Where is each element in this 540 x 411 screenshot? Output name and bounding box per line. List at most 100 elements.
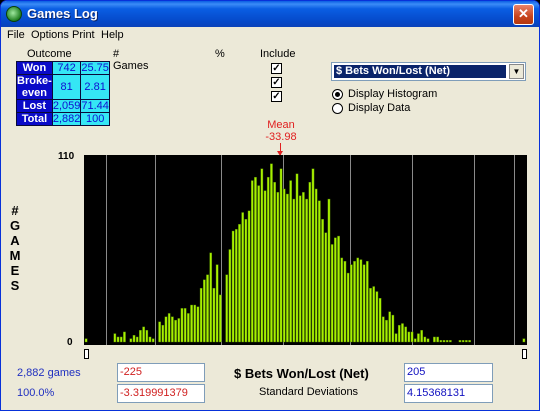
histogram-bar: [119, 336, 123, 343]
histogram-bar: [369, 287, 372, 343]
display-histogram-label[interactable]: Display Histogram: [348, 88, 437, 100]
histogram-bar: [196, 306, 200, 343]
histogram-bar: [394, 333, 398, 343]
histogram-bar: [257, 185, 260, 343]
histogram-bar: [318, 200, 321, 343]
outcome-header: Outcome: [27, 48, 72, 60]
histogram-bar: [295, 173, 299, 343]
table-row: Lost 2,059 71.44: [16, 99, 110, 113]
histogram-bar: [356, 257, 360, 343]
menu-options[interactable]: Options: [31, 29, 69, 41]
histogram-bar: [410, 331, 414, 343]
row-label: Broke-even: [16, 74, 53, 100]
mean-marker: Mean -33.98: [260, 119, 302, 143]
histogram-bar: [254, 176, 257, 343]
stats-table: Won 742 25.75 Broke-even 81 2.81 Lost 2,…: [16, 61, 110, 126]
include-lost-checkbox[interactable]: ✓: [271, 91, 282, 102]
histogram-bar: [228, 249, 232, 343]
histogram-bar: [468, 340, 471, 343]
histogram-bar: [209, 252, 213, 343]
histogram-bar: [142, 326, 145, 343]
histogram-bar: [314, 188, 318, 343]
histogram-bar: [190, 304, 193, 343]
histogram-bar: [212, 287, 216, 343]
games-percent: 71.44: [80, 99, 110, 113]
display-data-radio[interactable]: [332, 103, 343, 114]
histogram-bar: [388, 311, 391, 343]
metric-dropdown[interactable]: $ Bets Won/Lost (Net) ▼: [331, 62, 526, 81]
histogram-bar: [391, 314, 395, 343]
games-percent: 2.81: [80, 74, 110, 100]
row-label: Won: [16, 61, 53, 75]
histogram-bar: [407, 331, 411, 343]
histogram-bar: [260, 168, 264, 343]
histogram-bar: [132, 335, 136, 343]
range-slider[interactable]: [84, 349, 527, 359]
table-row: Total 2,882 100: [16, 112, 110, 126]
range-end-handle[interactable]: [522, 349, 527, 359]
games-count: 2,882: [51, 112, 82, 126]
menu-bar: File Options Print Help: [1, 27, 539, 45]
display-data-label[interactable]: Display Data: [348, 102, 410, 114]
histogram-bar: [401, 323, 404, 343]
histogram-bar: [129, 338, 133, 343]
histogram-bar: [330, 244, 334, 343]
histogram-bar: [174, 319, 177, 343]
histogram-bar: [167, 313, 171, 343]
histogram-bar: [193, 304, 197, 343]
range-start-handle[interactable]: [84, 349, 89, 359]
mean-arrow-icon: [277, 143, 283, 156]
histogram-bar: [522, 338, 526, 343]
histogram-bar: [321, 219, 324, 343]
histogram-bar: [273, 182, 276, 343]
include-broke-even-checkbox[interactable]: ✓: [271, 77, 282, 88]
max-sd-field[interactable]: 4.15368131: [404, 384, 493, 403]
menu-file[interactable]: File: [7, 29, 25, 41]
histogram-bar: [445, 340, 449, 343]
include-won-checkbox[interactable]: ✓: [271, 63, 282, 74]
chevron-down-icon[interactable]: ▼: [509, 64, 524, 79]
games-count: 2,059: [51, 99, 82, 113]
histogram-bar: [397, 324, 401, 343]
histogram-bar: [302, 192, 305, 343]
histogram-bar: [308, 182, 312, 343]
histogram-bar: [206, 274, 209, 343]
histogram-bar: [279, 168, 283, 343]
histogram-bar: [324, 232, 328, 343]
histogram-bar: [244, 219, 248, 343]
pct-header: %: [215, 48, 225, 60]
histogram-bar: [375, 291, 379, 343]
menu-print[interactable]: Print: [72, 29, 95, 41]
histogram-bar: [436, 336, 439, 343]
y-tick-min: 0: [67, 337, 73, 348]
histogram-bar: [225, 274, 229, 343]
y-tick-max: 110: [58, 151, 75, 162]
y-axis-label: # GAMES: [9, 203, 21, 293]
y-axis-text: # GAMES: [9, 203, 21, 293]
games-percent: 25.75: [80, 61, 110, 75]
histogram-bar: [433, 336, 436, 343]
histogram-bar: [366, 261, 369, 343]
histogram-plot: [84, 155, 527, 345]
display-histogram-radio[interactable]: [332, 89, 343, 100]
games-percent: 100: [80, 112, 110, 126]
max-value-field[interactable]: 205: [404, 363, 493, 382]
min-value-field[interactable]: -225: [117, 363, 205, 382]
histogram-bar: [135, 336, 139, 343]
min-sd-field[interactable]: -3.319991379: [117, 384, 205, 403]
close-button[interactable]: ✕: [513, 4, 534, 25]
histogram-bar: [238, 224, 241, 343]
histogram-bar: [343, 261, 347, 343]
histogram-bar: [385, 319, 388, 343]
histogram-bar: [442, 340, 446, 343]
title-bar[interactable]: Games Log ✕: [1, 1, 539, 27]
histogram-bar: [113, 333, 117, 343]
histogram-bar: [270, 163, 273, 343]
histogram-bar: [164, 316, 168, 343]
histogram-bar: [439, 340, 443, 343]
dice-icon: [6, 6, 22, 22]
menu-help[interactable]: Help: [101, 29, 124, 41]
histogram-bar: [266, 176, 270, 343]
mean-label: Mean: [267, 119, 295, 131]
histogram-bar: [426, 338, 430, 343]
